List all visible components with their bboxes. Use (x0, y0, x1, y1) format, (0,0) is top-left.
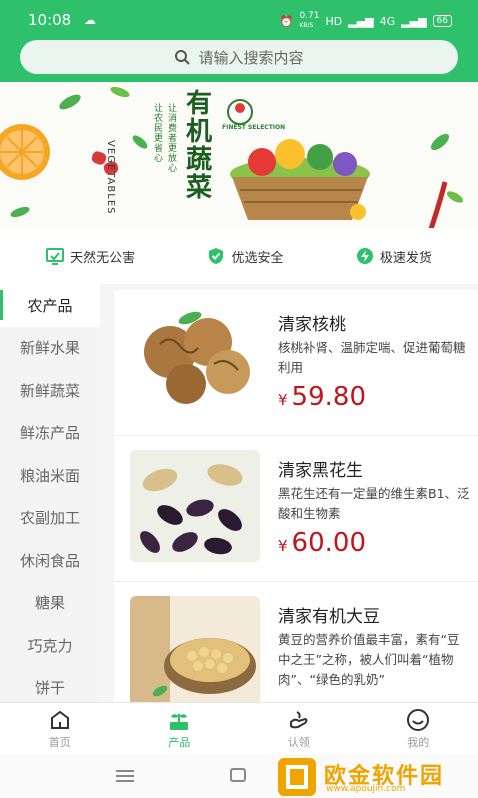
banner-illustration (0, 82, 478, 228)
product-image-black-peanut (130, 450, 260, 562)
banner-slogan-1: 让农民更省心 (154, 104, 164, 164)
home-icon (50, 710, 69, 729)
category-item-frozen[interactable]: 鲜冻产品 (0, 412, 100, 455)
category-item-vegetable[interactable]: 新鲜蔬菜 (0, 369, 100, 412)
category-item-grain[interactable]: 粮油米面 (0, 454, 100, 497)
search-icon (175, 50, 191, 65)
category-item-processed[interactable]: 农副加工 (0, 497, 100, 540)
hd-label: HD (325, 14, 343, 28)
bottom-nav: 首页 产品 认领 我的 (0, 702, 478, 754)
product-card[interactable]: 清家核桃 核桃补肾、温肺定喘、促进葡萄糖利用 ¥ 59.80 (114, 290, 478, 436)
product-list: 清家核桃 核桃补肾、温肺定喘、促进葡萄糖利用 ¥ 59.80 清家黑花生 黑花生… (114, 290, 478, 702)
battery-icon: 66 (432, 15, 452, 27)
shield-icon (209, 248, 224, 264)
nav-home-label: 首页 (48, 735, 71, 749)
price-currency: ¥ (278, 537, 288, 555)
watermark-url: www.apoujin.com (326, 784, 406, 794)
product-price: ¥ 59.80 (278, 382, 366, 412)
product-name: 清家核桃 (278, 315, 346, 335)
nav-claim-label: 认领 (287, 735, 310, 749)
product-card[interactable]: 清家黑花生 黑花生还有一定量的维生素B1、泛酸和生物素 ¥ 60.00 (114, 436, 478, 582)
watermark: 欧金软件园 www.apoujin.com (276, 754, 472, 798)
app-screen: 10:08 ☁ ⏰ 0.71 KB/S HD ▂▄▆ 4G ▂▄▆ 66 请输入… (0, 0, 478, 798)
status-time: 10:08 (28, 11, 72, 29)
banner-title-en: VEGETABLES (105, 140, 116, 215)
category-sidebar: 农产品 新鲜水果 新鲜蔬菜 鲜冻产品 粮油米面 农副加工 休闲食品 糖果 巧克力… (0, 284, 100, 702)
menu-icon[interactable] (116, 770, 134, 782)
feature-safe-label: 优选安全 (231, 250, 284, 266)
category-item-chocolate[interactable]: 巧克力 (0, 624, 100, 667)
sprout-icon (170, 713, 189, 730)
alarm-icon: ⏰ (279, 14, 294, 28)
product-desc: 黄豆的营养价值最丰富，素有“豆中之王”之称，被人们叫着“植物肉”、“绿色的乳奶” (278, 632, 460, 687)
banner-badge: FINEST SELECTION (222, 124, 286, 131)
nav-claim[interactable]: 认领 (259, 708, 339, 750)
signal-icon: ▂▄▆ (348, 14, 374, 28)
product-card[interactable]: 清家有机大豆 黄豆的营养价值最丰富，素有“豆中之王”之称，被人们叫着“植物肉”、… (114, 582, 478, 702)
feature-fast: 极速发货 (356, 247, 432, 266)
network-speed: 0.71 KB/S (299, 11, 320, 30)
feature-natural-label: 天然无公害 (70, 250, 136, 266)
cloud-icon: ☁ (84, 13, 96, 27)
category-item-farm[interactable]: 农产品 (0, 284, 100, 327)
category-item-snack[interactable]: 休闲食品 (0, 539, 100, 582)
signal-4g-label: 4G (379, 14, 396, 28)
nav-products-label: 产品 (168, 735, 191, 749)
category-item-fruit[interactable]: 新鲜水果 (0, 327, 100, 370)
status-right: ⏰ 0.71 KB/S HD ▂▄▆ 4G ▂▄▆ 66 (280, 12, 452, 30)
feature-natural: 天然无公害 (46, 247, 135, 266)
category-item-candy[interactable]: 糖果 (0, 582, 100, 625)
nav-home[interactable]: 首页 (20, 708, 100, 750)
price-value: 60.00 (291, 528, 366, 558)
nav-mine-label: 我的 (407, 735, 430, 749)
banner-title: 有机蔬菜 (186, 89, 213, 203)
feature-fast-label: 极速发货 (379, 250, 432, 266)
price-value: 59.80 (291, 382, 366, 412)
product-image-walnut (130, 304, 260, 416)
product-name: 清家有机大豆 (278, 607, 380, 627)
banner[interactable]: 有机蔬菜 VEGETABLES 让农民更省心 让消费者更放心 FINEST SE… (0, 82, 478, 228)
nav-products[interactable]: 产品 (139, 708, 219, 750)
search-bar[interactable]: 请输入搜索内容 (20, 40, 458, 74)
product-name: 清家黑花生 (278, 461, 363, 481)
feature-safe: 优选安全 (207, 247, 284, 266)
feature-strip: 天然无公害 优选安全 极速发货 (0, 228, 478, 284)
product-desc: 黑花生还有一定量的维生素B1、泛酸和生物素 (278, 486, 470, 521)
product-image-soybean (130, 596, 260, 702)
nav-mine[interactable]: 我的 (378, 708, 458, 750)
price-currency: ¥ (278, 391, 288, 409)
banner-slogan-2: 让消费者更放心 (168, 104, 178, 174)
home-button[interactable] (230, 768, 246, 782)
lightning-icon (356, 248, 373, 264)
search-input[interactable]: 请输入搜索内容 (198, 47, 303, 68)
signal-icon-2: ▂▄▆ (401, 14, 427, 28)
hand-icon (289, 710, 308, 728)
product-desc: 核桃补肾、温肺定喘、促进葡萄糖利用 (278, 340, 466, 375)
status-bar: 10:08 ☁ ⏰ 0.71 KB/S HD ▂▄▆ 4G ▂▄▆ 66 (0, 0, 478, 40)
smile-icon (407, 708, 430, 731)
category-item-biscuit[interactable]: 饼干 (0, 667, 100, 703)
header: 10:08 ☁ ⏰ 0.71 KB/S HD ▂▄▆ 4G ▂▄▆ 66 请输入… (0, 0, 478, 82)
product-price: ¥ 60.00 (278, 528, 366, 558)
screen-icon (46, 248, 65, 265)
